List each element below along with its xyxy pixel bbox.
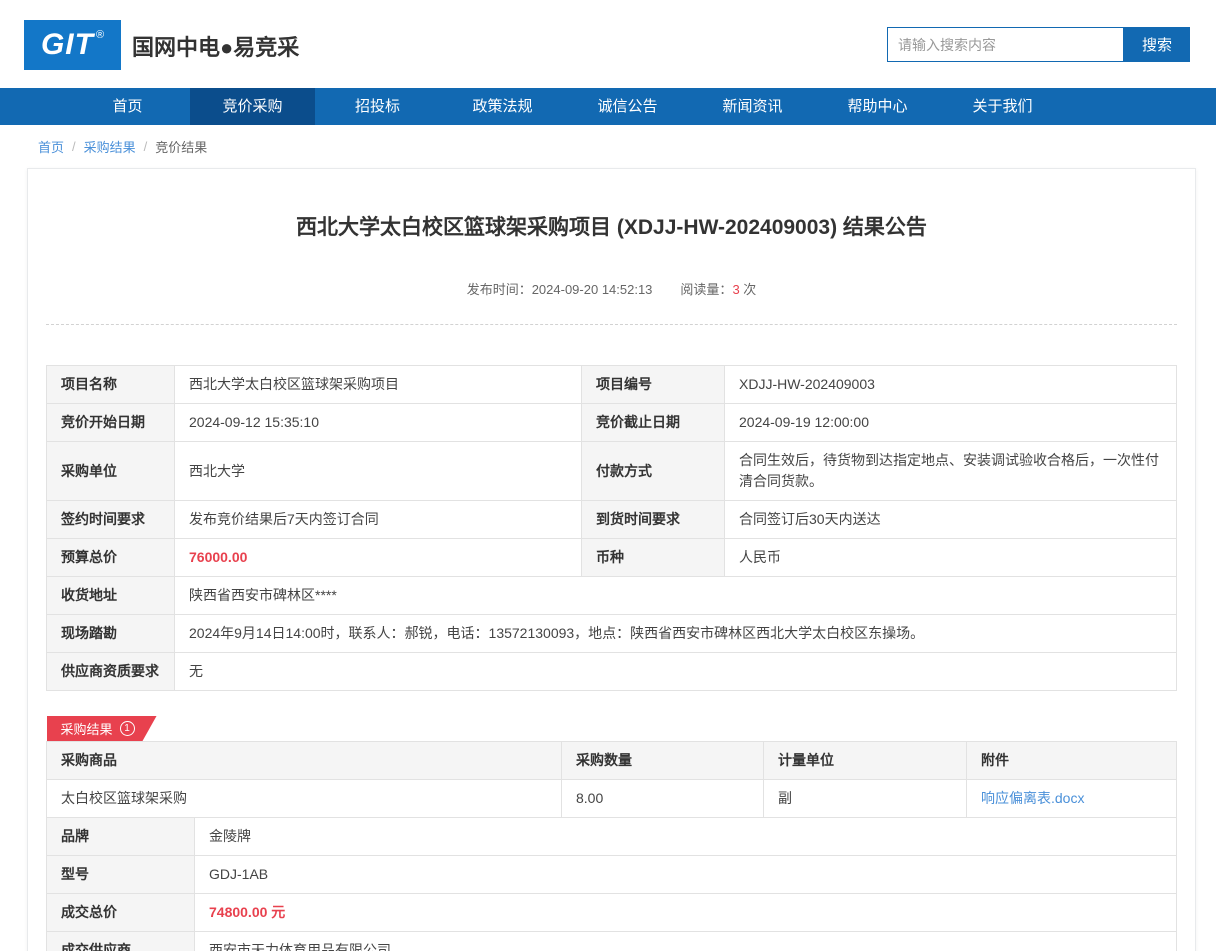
table-header-row: 采购商品 采购数量 计量单位 附件 [47, 742, 1177, 780]
purchase-result-detail-table: 品牌 金陵牌 型号 GDJ-1AB 成交总价 74800.00 元 成交供应商 … [46, 817, 1177, 951]
nav-item-tenders[interactable]: 招投标 [315, 88, 440, 125]
purchase-result-table: 采购商品 采购数量 计量单位 附件 太白校区篮球架采购 8.00 副 响应偏离表… [46, 741, 1177, 818]
column-header: 采购商品 [47, 742, 562, 780]
content-panel: 西北大学太白校区篮球架采购项目 (XDJJ-HW-202409003) 结果公告… [27, 168, 1196, 951]
table-row: 成交供应商 西安市天力体育用品有限公司 [47, 932, 1177, 951]
table-row: 收货地址 陕西省西安市碑林区**** [47, 577, 1177, 615]
purchase-result-badge: 采购结果 1 [47, 716, 157, 741]
table-row: 现场踏勘 2024年9月14日14:00时，联系人：郝锐，电话：13572130… [47, 615, 1177, 653]
budget-total-value: 76000.00 [175, 539, 582, 577]
project-details-table: 项目名称 西北大学太白校区篮球架采购项目 项目编号 XDJJ-HW-202409… [46, 365, 1177, 691]
field-label: 签约时间要求 [47, 501, 175, 539]
field-value: 2024-09-12 15:35:10 [175, 404, 582, 442]
table-row: 采购单位 西北大学 付款方式 合同生效后，待货物到达指定地点、安装调试验收合格后… [47, 442, 1177, 501]
badge-count: 1 [120, 721, 135, 736]
field-value: 无 [175, 653, 1177, 691]
deal-total-price: 74800.00 元 [195, 894, 1177, 932]
views-unit: 次 [743, 282, 756, 297]
table-row: 预算总价 76000.00 币种 人民币 [47, 539, 1177, 577]
field-label: 竞价截止日期 [582, 404, 725, 442]
nav-item-home[interactable]: 首页 [65, 88, 190, 125]
nav-item-help-center[interactable]: 帮助中心 [815, 88, 940, 125]
search-button[interactable]: 搜索 [1124, 27, 1190, 62]
nav-item-integrity-notices[interactable]: 诚信公告 [565, 88, 690, 125]
nav-item-about-us[interactable]: 关于我们 [940, 88, 1065, 125]
table-row: 成交总价 74800.00 元 [47, 894, 1177, 932]
field-label: 竞价开始日期 [47, 404, 175, 442]
field-value: 2024年9月14日14:00时，联系人：郝锐，电话：13572130093，地… [175, 615, 1177, 653]
git-logo: GIT® [24, 20, 121, 70]
breadcrumb-home[interactable]: 首页 [38, 137, 64, 156]
field-value: 人民币 [725, 539, 1177, 577]
site-header: GIT® 国网中电●易竞采 搜索 [0, 0, 1216, 88]
purchase-quantity: 8.00 [562, 780, 764, 818]
breadcrumb-current-page: 竞价结果 [155, 137, 207, 156]
badge-label: 采购结果 [61, 719, 113, 738]
field-value: 西北大学太白校区篮球架采购项目 [175, 366, 582, 404]
field-label: 型号 [47, 856, 195, 894]
field-label: 品牌 [47, 818, 195, 856]
table-row: 供应商资质要求 无 [47, 653, 1177, 691]
field-value: 西北大学 [175, 442, 582, 501]
result-badge-row: 采购结果 1 [47, 716, 1177, 741]
breadcrumb-separator: / [144, 139, 148, 154]
field-value: 2024-09-19 12:00:00 [725, 404, 1177, 442]
measure-unit: 副 [764, 780, 967, 818]
search-bar: 搜索 [887, 27, 1190, 62]
nav-item-bidding-purchase[interactable]: 竞价采购 [190, 88, 315, 125]
field-value: XDJJ-HW-202409003 [725, 366, 1177, 404]
breadcrumb-separator: / [72, 139, 76, 154]
column-header: 采购数量 [562, 742, 764, 780]
main-nav: 首页 竞价采购 招投标 政策法规 诚信公告 新闻资讯 帮助中心 关于我们 [0, 88, 1216, 125]
field-value: 发布竞价结果后7天内签订合同 [175, 501, 582, 539]
field-label: 币种 [582, 539, 725, 577]
field-value: 西安市天力体育用品有限公司 [195, 932, 1177, 951]
table-row: 型号 GDJ-1AB [47, 856, 1177, 894]
dashed-divider [46, 324, 1177, 325]
table-row: 项目名称 西北大学太白校区篮球架采购项目 项目编号 XDJJ-HW-202409… [47, 366, 1177, 404]
article-meta: 发布时间：2024-09-20 14:52:13 阅读量：3 次 [46, 279, 1177, 298]
site-brand-title: 国网中电●易竞采 [132, 30, 299, 62]
attachment-link[interactable]: 响应偏离表.docx [981, 790, 1084, 806]
field-value: 陕西省西安市碑林区**** [175, 577, 1177, 615]
field-label: 供应商资质要求 [47, 653, 175, 691]
field-value: 合同签订后30天内送达 [725, 501, 1177, 539]
table-row: 太白校区篮球架采购 8.00 副 响应偏离表.docx [47, 780, 1177, 818]
field-label: 付款方式 [582, 442, 725, 501]
publish-time-label: 发布时间： [467, 282, 532, 297]
nav-item-news[interactable]: 新闻资讯 [690, 88, 815, 125]
publish-time-value: 2024-09-20 14:52:13 [532, 282, 653, 297]
table-row: 品牌 金陵牌 [47, 818, 1177, 856]
search-input[interactable] [887, 27, 1124, 62]
field-label: 收货地址 [47, 577, 175, 615]
field-label: 成交总价 [47, 894, 195, 932]
registered-mark-icon: ® [96, 29, 104, 41]
field-label: 项目编号 [582, 366, 725, 404]
column-header: 附件 [967, 742, 1177, 780]
page-title: 西北大学太白校区篮球架采购项目 (XDJJ-HW-202409003) 结果公告 [46, 169, 1177, 241]
field-label: 预算总价 [47, 539, 175, 577]
field-value: GDJ-1AB [195, 856, 1177, 894]
field-label: 现场踏勘 [47, 615, 175, 653]
views-count: 3 [732, 282, 739, 297]
breadcrumb: 首页 / 采购结果 / 竞价结果 [0, 125, 1216, 168]
field-label: 成交供应商 [47, 932, 195, 951]
breadcrumb-purchase-results[interactable]: 采购结果 [84, 137, 136, 156]
product-name: 太白校区篮球架采购 [47, 780, 562, 818]
table-row: 竞价开始日期 2024-09-12 15:35:10 竞价截止日期 2024-0… [47, 404, 1177, 442]
views-label: 阅读量： [680, 282, 732, 297]
field-label: 采购单位 [47, 442, 175, 501]
nav-item-policies[interactable]: 政策法规 [440, 88, 565, 125]
logo-text: GIT [41, 28, 94, 62]
table-row: 签约时间要求 发布竞价结果后7天内签订合同 到货时间要求 合同签订后30天内送达 [47, 501, 1177, 539]
field-value: 金陵牌 [195, 818, 1177, 856]
field-label: 到货时间要求 [582, 501, 725, 539]
field-label: 项目名称 [47, 366, 175, 404]
column-header: 计量单位 [764, 742, 967, 780]
field-value: 合同生效后，待货物到达指定地点、安装调试验收合格后，一次性付清合同货款。 [725, 442, 1177, 501]
